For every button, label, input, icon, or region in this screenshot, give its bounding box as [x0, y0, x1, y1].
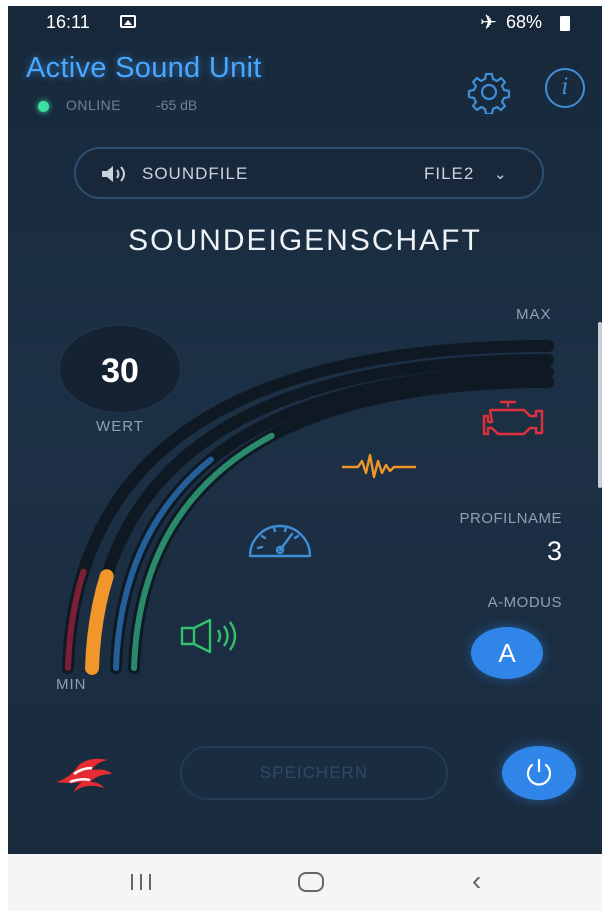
connection-status: ONLINE	[66, 97, 122, 113]
soundfile-dropdown[interactable]: SOUNDFILE FILE2 ⌄	[74, 147, 544, 199]
recent-apps-icon[interactable]	[131, 874, 153, 890]
speaker-icon[interactable]	[178, 618, 250, 654]
soundfile-selected-value: FILE2	[424, 164, 475, 183]
edge-panel-handle[interactable]	[598, 322, 602, 488]
battery-percentage: 68%	[506, 12, 543, 32]
gauge-value: 30	[101, 352, 139, 390]
profile-name-value[interactable]: 3	[428, 536, 562, 567]
speedometer-icon[interactable]	[244, 516, 316, 562]
power-button[interactable]	[502, 746, 576, 800]
gauge-min-label: MIN	[56, 676, 87, 693]
gauge-value-caption: WERT	[96, 418, 144, 435]
brand-logo-icon	[56, 758, 112, 792]
a-mode-button[interactable]: A	[471, 627, 543, 679]
app-screen: 16:11 ✈ 68% Active Sound Unit ONLINE -65…	[8, 6, 602, 911]
gear-icon[interactable]	[467, 70, 511, 114]
a-mode-caption: A-MODUS	[487, 594, 562, 611]
section-title: SOUNDEIGENSCHAFT	[128, 224, 482, 257]
signal-level: -65 dB	[156, 97, 198, 113]
gallery-icon	[120, 15, 136, 28]
status-time: 16:11	[46, 12, 90, 32]
navigation-bar: ‹	[8, 854, 602, 911]
power-icon	[526, 758, 552, 786]
online-indicator-dot	[38, 101, 49, 112]
soundfile-label: SOUNDFILE	[142, 164, 249, 183]
profile-name-caption: PROFILNAME	[459, 510, 562, 527]
save-button[interactable]: SPEICHERN	[180, 746, 448, 800]
battery-icon	[560, 16, 570, 31]
engine-icon[interactable]	[472, 398, 552, 448]
home-icon[interactable]	[298, 872, 324, 892]
chevron-down-icon: ⌄	[494, 166, 507, 183]
gauge-max-label: MAX	[516, 306, 552, 323]
status-bar: 16:11 ✈ 68%	[8, 6, 602, 38]
airplane-icon: ✈	[480, 12, 497, 34]
info-icon[interactable]: i	[545, 68, 585, 108]
speaker-volume-icon	[102, 166, 125, 182]
app-title: Active Sound Unit	[26, 52, 262, 84]
back-icon[interactable]: ‹	[472, 867, 481, 895]
sound-wave-icon[interactable]	[342, 450, 424, 484]
